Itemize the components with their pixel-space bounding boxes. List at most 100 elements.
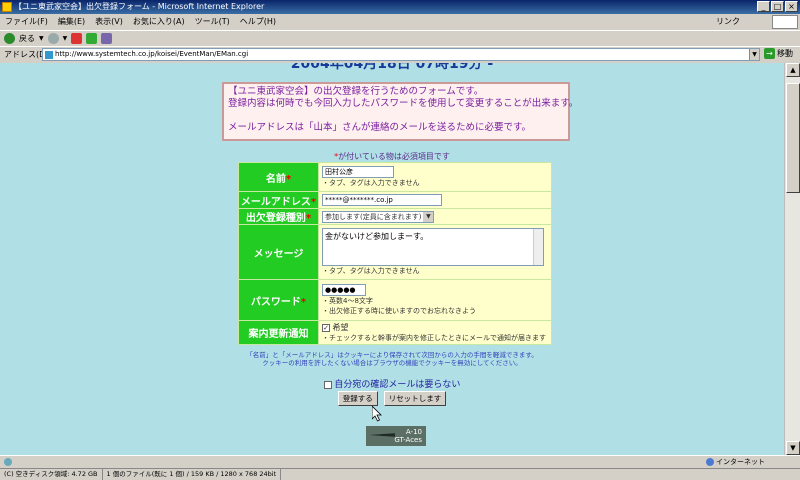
home-icon[interactable] [101, 33, 113, 44]
explorer-status-bar: (C) 空きディスク領域: 4.72 GB 1 個のファイル(既に 1 個) /… [0, 468, 800, 480]
message-field-cell: 金がないけど参加しまーす。 ・タブ、タグは入力できません [319, 225, 551, 279]
vertical-scrollbar[interactable]: ▲ ▼ [784, 63, 800, 455]
required-mark: * [285, 173, 292, 185]
window-controls: _ □ × [757, 1, 798, 12]
window-title: 【ユニ東武家空会】出欠登録フォーム - Microsoft Internet E… [14, 2, 265, 11]
ie-icon [2, 2, 12, 12]
cookie-note-line: クッキーの利用を許したくない場合はブラウザの機能でクッキーを無効にしてください。 [262, 359, 522, 367]
file-info-status: 1 個のファイル(既に 1 個) / 159 KB / 1280 x 768 2… [103, 469, 282, 480]
menu-file[interactable]: ファイル(F) [0, 14, 53, 30]
stop-icon[interactable] [71, 33, 83, 44]
maximize-button[interactable]: □ [771, 1, 784, 12]
message-label: メッセージ [253, 248, 304, 260]
menu-bar: ファイル(F) 編集(E) 表示(V) お気に入り(A) ツール(T) ヘルプ(… [0, 14, 800, 30]
security-zone: インターネット [706, 456, 765, 468]
address-bar: アドレス(D) http://www.systemtech.co.jp/kois… [0, 46, 800, 62]
done-icon [4, 457, 12, 466]
forward-dropdown-icon[interactable]: ▼ [63, 31, 68, 47]
cookie-note: 「名前」と「メールアドレス」はクッキーにより保存されて次回からの入力の手間を軽減… [0, 351, 784, 367]
page-viewport: 2004年04月18日 07時19分 - 【ユニ東武家空会】の出欠登録を行うため… [0, 63, 784, 455]
scroll-up-icon[interactable]: ▲ [786, 63, 800, 77]
back-button-label[interactable]: 戻る [19, 31, 35, 47]
mouse-cursor-icon [372, 406, 382, 422]
scroll-thumb[interactable] [786, 83, 800, 193]
zone-label: インターネット [716, 458, 765, 466]
go-label[interactable]: 移動 [777, 48, 793, 59]
password-label-cell: パスワード* [239, 280, 318, 320]
attendance-label-cell: 出欠登録種別* [239, 209, 318, 224]
required-mark: * [300, 296, 307, 308]
password-field-cell: ●●●●● ・英数4～8文字 ・出欠修正する時に使いますのでお忘れなきよう [319, 280, 551, 320]
title-bar: 【ユニ東武家空会】出欠登録フォーム - Microsoft Internet E… [0, 0, 800, 14]
attendance-field-cell: 参加します(定員に含まれます) ▼ [319, 209, 551, 224]
scroll-down-icon[interactable]: ▼ [786, 441, 800, 455]
notify-checkbox-label[interactable]: 希望 [333, 323, 349, 332]
attendance-selected-value[interactable]: 参加します(定員に含まれます) [325, 213, 421, 221]
toolbar: 戻る ▼ ▼ [0, 30, 800, 46]
textarea-scrollbar[interactable] [533, 229, 543, 265]
go-arrow-icon[interactable]: → [764, 48, 775, 59]
globe-icon [706, 458, 714, 466]
password-input[interactable]: ●●●●● [322, 284, 366, 296]
info-line: 【ユニ東武家空会】の出欠登録を行うためのフォームです。 [228, 86, 484, 97]
email-label: メールアドレス [240, 196, 311, 208]
name-label-cell: 名前* [239, 163, 318, 191]
back-dropdown-icon[interactable]: ▼ [39, 31, 44, 47]
address-url[interactable]: http://www.systemtech.co.jp/koisei/Event… [55, 50, 248, 58]
notify-label-cell: 案内更新通知 [239, 321, 318, 344]
menu-edit[interactable]: 編集(E) [53, 14, 90, 30]
notify-checkbox[interactable]: ✓ [322, 323, 330, 332]
info-line: 登録内容は何時でも今回入力したパスワードを使用して変更することが出来ます。 [228, 98, 579, 109]
email-field-cell: *****@*******.co.jp [319, 192, 551, 208]
required-note: *が付いている物は必須項目です [0, 151, 784, 162]
notify-label: 案内更新通知 [248, 329, 309, 340]
menu-help[interactable]: ヘルプ(H) [235, 14, 281, 30]
address-dropdown-icon[interactable]: ▼ [749, 49, 759, 60]
password-note: ・英数4～8文字 [322, 297, 373, 305]
notify-note: ・チェックすると幹事が案内を修正したときにメールで通知が届きます [322, 334, 546, 342]
confirm-mail-label[interactable]: 自分宛の確認メールは要らない [334, 380, 460, 390]
minimize-button[interactable]: _ [757, 1, 770, 12]
name-note: ・タブ、タグは入力できません [322, 179, 420, 187]
windows-logo-icon [772, 15, 798, 29]
menu-tools[interactable]: ツール(T) [190, 14, 235, 30]
notify-row: ✓ 希望 [322, 322, 548, 333]
info-box: 【ユニ東武家空会】の出欠登録を行うためのフォームです。 登録内容は何時でも今回入… [222, 82, 579, 141]
message-text[interactable]: 金がないけど参加しまーす。 [325, 232, 428, 241]
disk-space-status: (C) 空きディスク領域: 4.72 GB [0, 469, 103, 480]
info-line [228, 110, 564, 122]
cookie-note-line: 「名前」と「メールアドレス」はクッキーにより保存されて次回からの入力の手間を軽減… [246, 351, 538, 359]
status-left [0, 457, 12, 466]
refresh-icon[interactable] [86, 33, 98, 44]
required-note-text: が付いている物は必須項目です [338, 152, 450, 161]
links-label[interactable]: リンク [716, 14, 740, 30]
message-textarea[interactable]: 金がないけど参加しまーす。 [322, 228, 544, 266]
email-label-cell: メールアドレス* [239, 192, 318, 208]
notify-field-cell: ✓ 希望 ・チェックすると幹事が案内を修正したときにメールで通知が届きます [319, 321, 551, 344]
name-field-cell: 田村公彦 ・タブ、タグは入力できません [319, 163, 551, 191]
form-buttons: 登録する リセットします [0, 391, 784, 406]
back-arrow-icon[interactable] [4, 33, 15, 44]
password-note: ・出欠修正する時に使いますのでお忘れなきよう [322, 307, 476, 315]
close-button[interactable]: × [785, 1, 798, 12]
registration-form: 名前* 田村公彦 ・タブ、タグは入力できません メールアドレス* *****@*… [238, 162, 552, 345]
banner-image[interactable]: A-10 GT-Aces [366, 426, 426, 446]
required-mark: * [310, 196, 317, 208]
name-label: 名前 [265, 173, 286, 185]
confirm-mail-row: 自分宛の確認メールは要らない [0, 377, 784, 390]
password-label: パスワード [250, 296, 301, 308]
attendance-select[interactable]: 参加します(定員に含まれます) ▼ [322, 210, 435, 223]
email-input[interactable]: *****@*******.co.jp [322, 194, 442, 206]
reset-button[interactable]: リセットします [383, 391, 447, 406]
menu-favorites[interactable]: お気に入り(A) [128, 14, 190, 30]
submit-button[interactable]: 登録する [337, 391, 378, 406]
menu-view[interactable]: 表示(V) [90, 14, 128, 30]
name-input[interactable]: 田村公彦 [322, 166, 394, 178]
chevron-down-icon[interactable]: ▼ [423, 211, 434, 222]
message-note: ・タブ、タグは入力できません [322, 267, 420, 275]
confirm-mail-checkbox[interactable] [323, 380, 332, 389]
info-line: メールアドレスは「山本」さんが連絡のメールを送るために必要です。 [228, 122, 532, 133]
address-input[interactable]: http://www.systemtech.co.jp/koisei/Event… [42, 48, 760, 61]
forward-arrow-icon[interactable] [47, 33, 59, 44]
go-button[interactable]: → 移動 [764, 48, 793, 59]
